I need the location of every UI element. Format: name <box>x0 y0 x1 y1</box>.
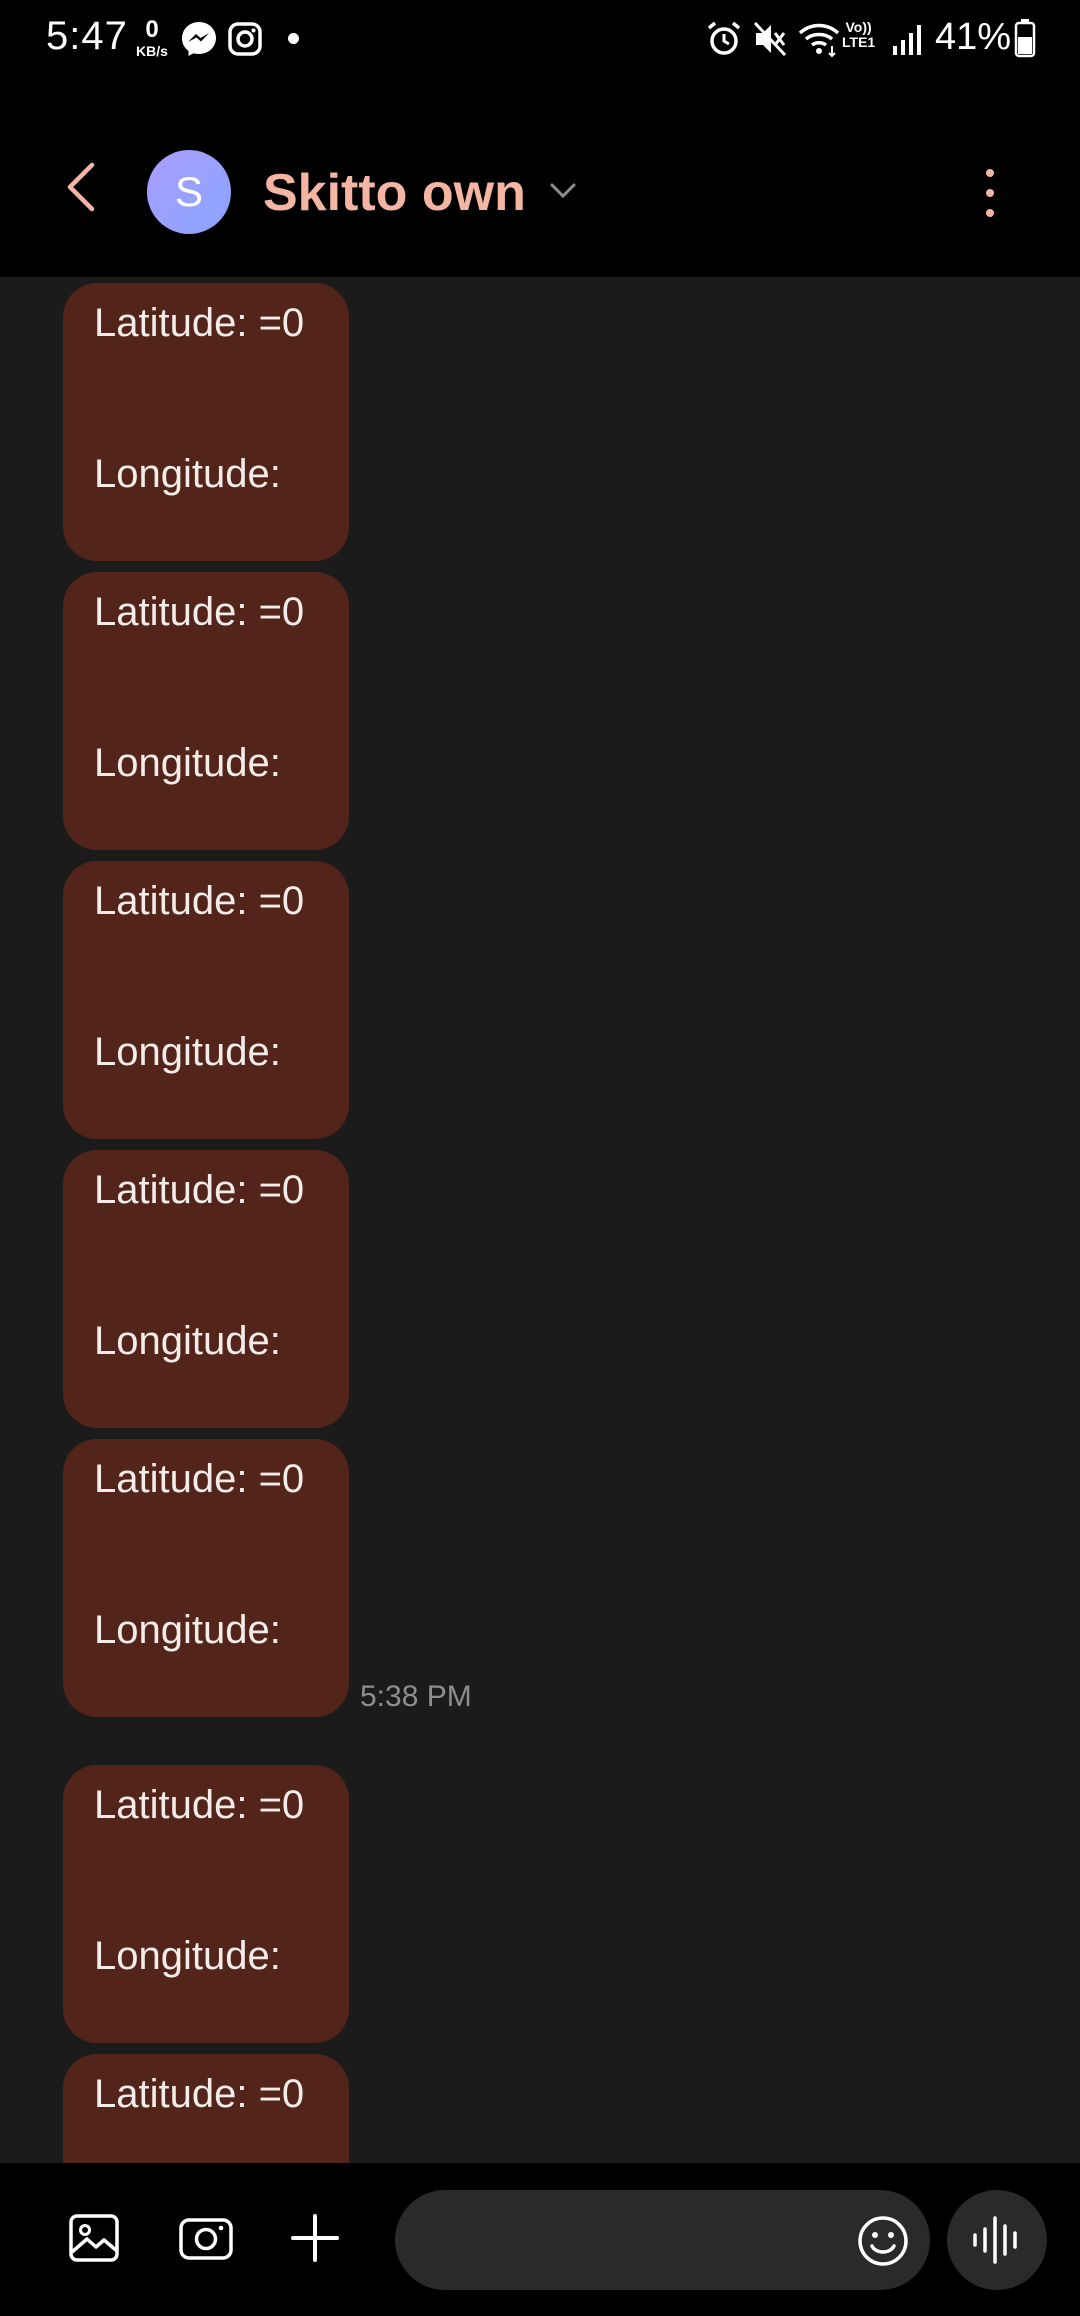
wifi-icon <box>798 23 840 58</box>
avatar[interactable]: S <box>147 150 231 234</box>
message-latitude: Latitude: =0 <box>94 2072 305 2116</box>
message-input[interactable] <box>425 2190 849 2292</box>
notification-dot <box>288 33 299 44</box>
message-bubble[interactable]: Latitude: =0 Longitude: <box>63 1765 349 2043</box>
volte-line1: Vo)) <box>845 19 872 35</box>
status-bar: 5:47 0 KB/s Vo)) LTE1 41% <box>0 0 1080 80</box>
message-bubble[interactable]: Latitude: =0 Longitude: <box>63 283 349 561</box>
message-longitude: Longitude: <box>94 741 281 785</box>
conversation-header: S Skitto own <box>0 80 1080 277</box>
contact-name[interactable]: Skitto own <box>263 163 526 223</box>
more-options-button[interactable] <box>975 163 1005 223</box>
message-bubble[interactable]: Latitude: =0 Longitude: <box>63 861 349 1139</box>
chevron-down-icon[interactable] <box>548 175 578 205</box>
avatar-initial: S <box>174 168 203 215</box>
message-latitude: Latitude: =0 <box>94 590 305 634</box>
battery-icon <box>1014 19 1036 58</box>
back-button[interactable] <box>52 155 116 219</box>
status-time: 5:47 <box>46 14 128 58</box>
compose-bar <box>0 2163 1080 2316</box>
message-bubble[interactable]: Latitude: =0 Longitude: <box>63 572 349 850</box>
voice-record-button[interactable] <box>947 2190 1047 2290</box>
message-timestamp: 5:38 PM <box>360 1680 472 1713</box>
message-latitude: Latitude: =0 <box>94 879 305 923</box>
battery-percent: 41% <box>935 16 1012 58</box>
message-list[interactable]: Latitude: =0 Longitude: Latitude: =0 Lon… <box>0 277 1080 2163</box>
add-attachment-icon[interactable] <box>285 2208 345 2268</box>
mute-icon <box>753 21 787 57</box>
instagram-icon <box>228 22 262 56</box>
volte-indicator: Vo)) LTE1 <box>842 20 875 50</box>
voice-waveform-icon <box>973 2216 1017 2264</box>
message-latitude: Latitude: =0 <box>94 1783 305 1827</box>
message-longitude: Longitude: <box>94 1934 281 1978</box>
messenger-icon <box>182 22 216 56</box>
message-bubble[interactable]: Latitude: =0 Longitude: <box>63 1439 349 1717</box>
net-speed: 0 KB/s <box>130 16 174 59</box>
message-input-container[interactable] <box>395 2190 930 2292</box>
volte-line2: LTE1 <box>842 34 876 50</box>
message-longitude: Longitude: <box>94 452 281 496</box>
message-latitude: Latitude: =0 <box>94 1168 305 1212</box>
message-bubble[interactable]: Latitude: =0 Longitude: <box>63 1150 349 1428</box>
net-speed-value: 0 <box>145 16 159 43</box>
signal-icon <box>893 25 921 55</box>
emoji-icon[interactable] <box>855 2213 911 2269</box>
camera-icon[interactable] <box>176 2208 236 2268</box>
net-speed-unit: KB/s <box>136 43 168 59</box>
message-latitude: Latitude: =0 <box>94 301 305 345</box>
alarm-icon <box>707 21 741 55</box>
message-longitude: Longitude: <box>94 1030 281 1074</box>
message-latitude: Latitude: =0 <box>94 1457 305 1501</box>
message-bubble[interactable]: Latitude: =0 <box>63 2054 349 2163</box>
message-longitude: Longitude: <box>94 1608 281 1652</box>
message-longitude: Longitude: <box>94 1319 281 1363</box>
gallery-icon[interactable] <box>65 2208 125 2268</box>
